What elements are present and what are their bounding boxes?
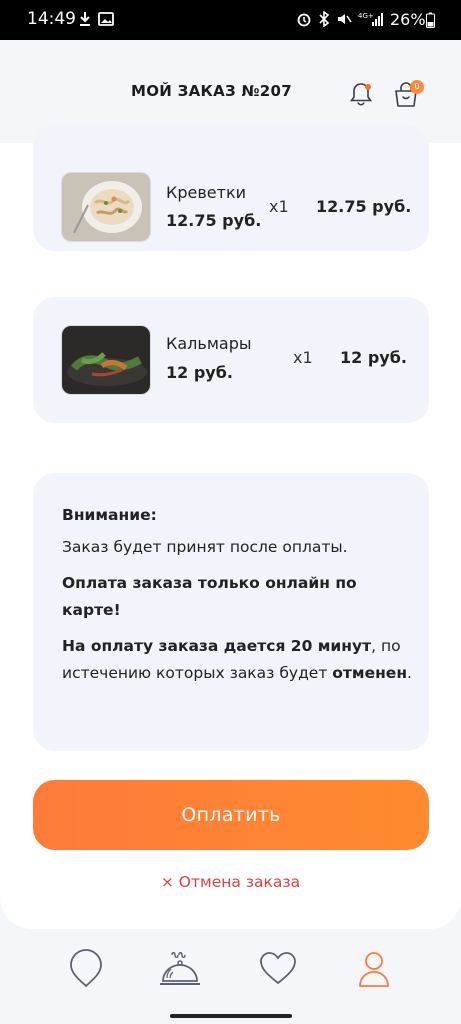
alarm-icon	[297, 13, 311, 27]
battery-icon	[426, 12, 435, 28]
cancel-order-link[interactable]: × Отмена заказа	[0, 873, 461, 891]
signal-icon: 4G+	[358, 12, 383, 26]
item-price: 12.75 руб.	[166, 211, 262, 230]
user-icon[interactable]	[354, 949, 394, 989]
notice-line-2: Оплата заказа только онлайн по карте!	[62, 570, 412, 624]
cancel-order-label: Отмена заказа	[178, 873, 301, 891]
cart-count-badge: 0	[410, 80, 424, 94]
home-indicator	[170, 1014, 292, 1018]
notice-time-limit: На оплату заказа дается 20 минут	[62, 637, 372, 655]
order-item: Креветки 12.75 руб. x1 12.75 руб.	[33, 125, 429, 251]
bottom-tab-bar	[0, 929, 461, 1024]
bluetooth-icon	[319, 11, 330, 27]
status-time: 14:49	[27, 9, 76, 29]
heart-icon[interactable]	[258, 949, 298, 989]
order-item: Кальмары 12 руб. x1 12 руб.	[33, 297, 429, 423]
bell-icon[interactable]	[347, 80, 375, 108]
item-quantity: x1	[293, 348, 313, 367]
dish-image	[61, 325, 151, 395]
map-pin-icon[interactable]	[66, 949, 106, 989]
notice-heading-text: Внимание:	[62, 506, 157, 524]
order-sheet: Креветки 12.75 руб. x1 12.75 руб. Кальма…	[0, 125, 461, 929]
item-price: 12 руб.	[166, 363, 233, 382]
notice-line-3-end: .	[407, 664, 412, 682]
notice-line-2-text: Оплата заказа только онлайн по карте!	[62, 574, 357, 619]
svg-text:4G+: 4G+	[358, 12, 374, 20]
close-icon: ×	[160, 873, 174, 891]
image-icon	[98, 12, 114, 26]
status-bar: 14:49 4G+ 26%	[0, 0, 461, 40]
notice-cancelled-word: отменен	[332, 664, 408, 682]
status-left-icons	[78, 11, 114, 27]
status-right-icons: 4G+	[296, 11, 384, 27]
download-icon	[80, 12, 90, 26]
item-name: Кальмары	[166, 334, 252, 353]
item-total: 12.75 руб.	[316, 197, 412, 216]
dish-image	[61, 172, 151, 242]
pay-button[interactable]: Оплатить	[33, 780, 429, 850]
mute-icon	[338, 14, 352, 24]
item-total: 12 руб.	[340, 348, 407, 367]
item-name: Креветки	[166, 183, 247, 202]
cloche-icon[interactable]	[157, 949, 203, 989]
item-quantity: x1	[269, 197, 289, 216]
notice-line-1: Заказ будет принят после оплаты.	[62, 538, 348, 556]
battery-percent: 26%	[390, 10, 426, 29]
payment-notice: Внимание: Заказ будет принят после оплат…	[33, 473, 429, 751]
notice-heading: Внимание:	[62, 502, 412, 529]
notice-line-3: На оплату заказа дается 20 минут, по ист…	[62, 633, 412, 687]
